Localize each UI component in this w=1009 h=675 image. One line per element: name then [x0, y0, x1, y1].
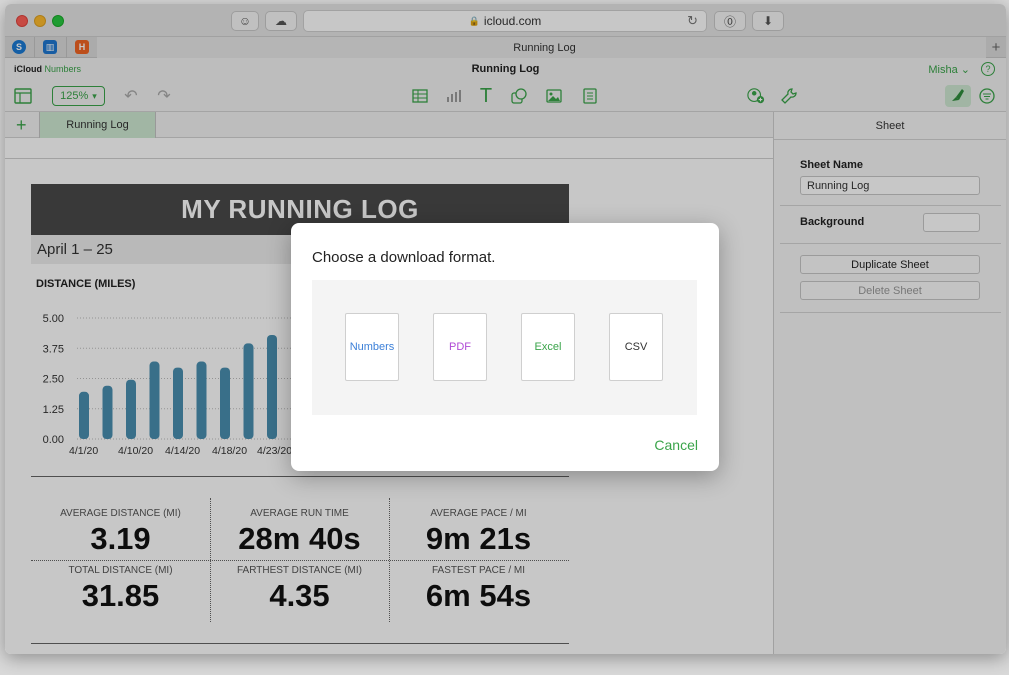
format-label: Numbers: [349, 341, 395, 353]
format-options: Numbers PDF Excel CSV: [312, 280, 697, 415]
format-label: CSV: [624, 341, 648, 353]
format-label: Excel: [534, 341, 562, 353]
format-pdf-button[interactable]: PDF: [433, 313, 487, 381]
format-numbers-button[interactable]: Numbers: [345, 313, 399, 381]
cancel-button[interactable]: Cancel: [654, 437, 698, 453]
browser-window: ☺ ☁ 🔒 icloud.com ↻ ⓪ ⬇ S ▥ H Running Log…: [5, 4, 1006, 654]
download-format-dialog: Choose a download format. Numbers PDF Ex…: [291, 223, 719, 471]
format-excel-button[interactable]: Excel: [521, 313, 575, 381]
dialog-title: Choose a download format.: [312, 249, 496, 266]
format-label: PDF: [449, 341, 471, 353]
format-csv-button[interactable]: CSV: [609, 313, 663, 381]
